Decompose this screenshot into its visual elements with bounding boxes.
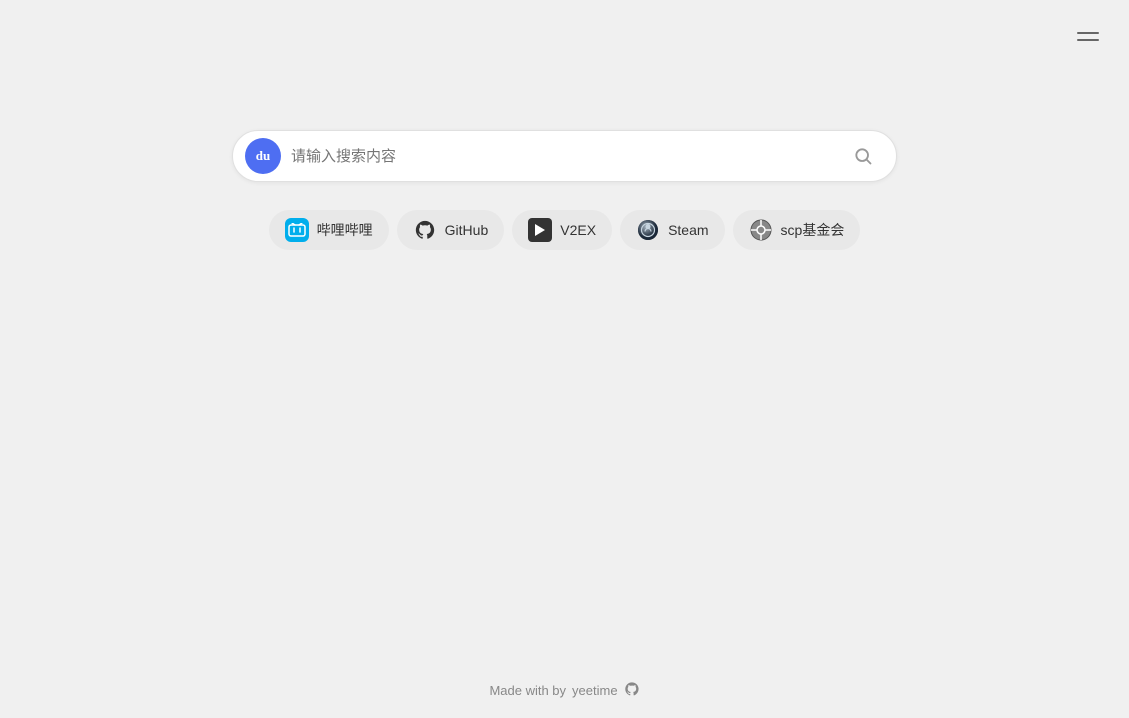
shortcut-steam[interactable]: Steam xyxy=(620,210,724,250)
shortcut-github[interactable]: GitHub xyxy=(397,210,505,250)
footer-made-with: Made with by xyxy=(489,683,566,698)
menu-line-1 xyxy=(1077,32,1099,34)
menu-button[interactable] xyxy=(1073,20,1105,52)
search-bar: du xyxy=(232,130,897,182)
steam-icon xyxy=(636,218,660,242)
bilibili-label: 哔哩哔哩 xyxy=(317,220,373,240)
menu-line-2 xyxy=(1077,39,1099,41)
github-label: GitHub xyxy=(445,222,489,238)
shortcut-v2ex[interactable]: V2EX xyxy=(512,210,612,250)
github-icon xyxy=(413,218,437,242)
shortcut-bilibili[interactable]: 哔哩哔哩 xyxy=(269,210,389,250)
search-button[interactable] xyxy=(846,139,880,173)
bilibili-icon xyxy=(285,218,309,242)
v2ex-label: V2EX xyxy=(560,222,596,238)
footer-github-icon xyxy=(624,681,640,700)
scp-icon xyxy=(749,218,773,242)
shortcut-scp[interactable]: scp基金会 xyxy=(733,210,861,250)
baidu-logo-text: du xyxy=(256,148,270,164)
footer: Made with by yeetime xyxy=(489,681,639,700)
search-input[interactable] xyxy=(291,148,846,165)
shortcuts-row: 哔哩哔哩 GitHub V2EX xyxy=(269,210,861,250)
baidu-logo: du xyxy=(245,138,281,174)
scp-label: scp基金会 xyxy=(781,220,845,240)
footer-author: yeetime xyxy=(572,683,618,698)
main-content: du 哔哩哔哩 xyxy=(0,0,1129,250)
steam-label: Steam xyxy=(668,222,708,238)
v2ex-icon xyxy=(528,218,552,242)
